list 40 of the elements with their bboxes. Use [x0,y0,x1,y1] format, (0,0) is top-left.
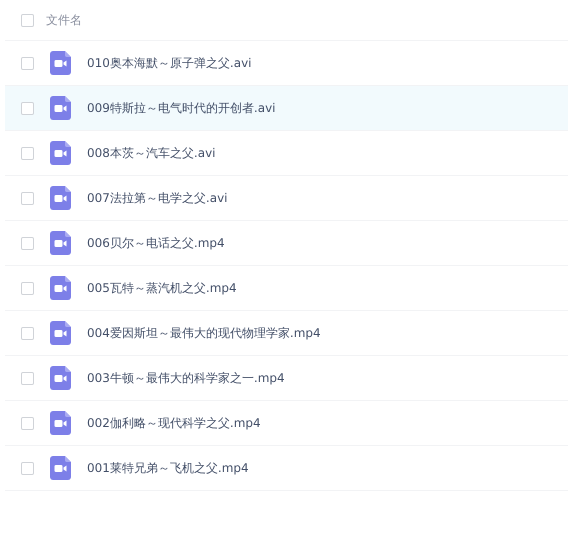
file-row[interactable]: 007法拉第～电学之父.avi [5,176,568,221]
file-row[interactable]: 002伽利略～现代科学之父.mp4 [5,401,568,446]
file-name[interactable]: 004爱因斯坦～最伟大的现代物理学家.mp4 [87,324,321,342]
file-name[interactable]: 006贝尔～电话之父.mp4 [87,234,225,252]
file-row[interactable]: 001莱特兄弟～飞机之父.mp4 [5,446,568,491]
video-file-icon [50,231,71,255]
video-file-icon [50,321,71,345]
file-name[interactable]: 007法拉第～电学之父.avi [87,190,228,206]
row-checkbox[interactable] [21,326,34,340]
file-row[interactable]: 005瓦特～蒸汽机之父.mp4 [5,266,568,311]
row-checkbox[interactable] [21,102,34,114]
row-checkbox[interactable] [21,282,34,294]
file-row[interactable]: 006贝尔～电话之父.mp4 [5,221,568,266]
video-file-icon [50,456,71,480]
video-file-icon [50,366,71,390]
row-checkbox[interactable] [21,192,34,204]
file-name[interactable]: 010奥本海默～原子弹之父.avi [87,54,252,72]
video-file-icon [50,141,71,165]
video-file-icon [50,96,71,120]
file-row[interactable]: 004爱因斯坦～最伟大的现代物理学家.mp4 [5,311,568,356]
file-name[interactable]: 001莱特兄弟～飞机之父.mp4 [87,460,249,476]
file-name[interactable]: 005瓦特～蒸汽机之父.mp4 [87,280,237,296]
row-checkbox[interactable] [21,236,34,250]
file-row[interactable]: 009特斯拉～电气时代的开创者.avi [5,86,568,131]
video-file-icon [50,276,71,300]
row-checkbox[interactable] [21,416,34,430]
file-name[interactable]: 002伽利略～现代科学之父.mp4 [87,414,261,432]
select-all-checkbox[interactable] [21,14,34,26]
video-file-icon [50,186,71,210]
row-checkbox[interactable] [21,146,34,160]
row-checkbox[interactable] [21,56,34,70]
video-file-icon [50,411,71,435]
file-name[interactable]: 003牛顿～最伟大的科学家之一.mp4 [87,370,285,386]
video-file-icon [50,51,71,75]
file-row[interactable]: 008本茨～汽车之父.avi [5,131,568,176]
row-checkbox[interactable] [21,372,34,384]
file-name[interactable]: 009特斯拉～电气时代的开创者.avi [87,100,276,116]
row-checkbox[interactable] [21,462,34,474]
file-name[interactable]: 008本茨～汽车之父.avi [87,144,216,162]
file-row[interactable]: 003牛顿～最伟大的科学家之一.mp4 [5,356,568,401]
